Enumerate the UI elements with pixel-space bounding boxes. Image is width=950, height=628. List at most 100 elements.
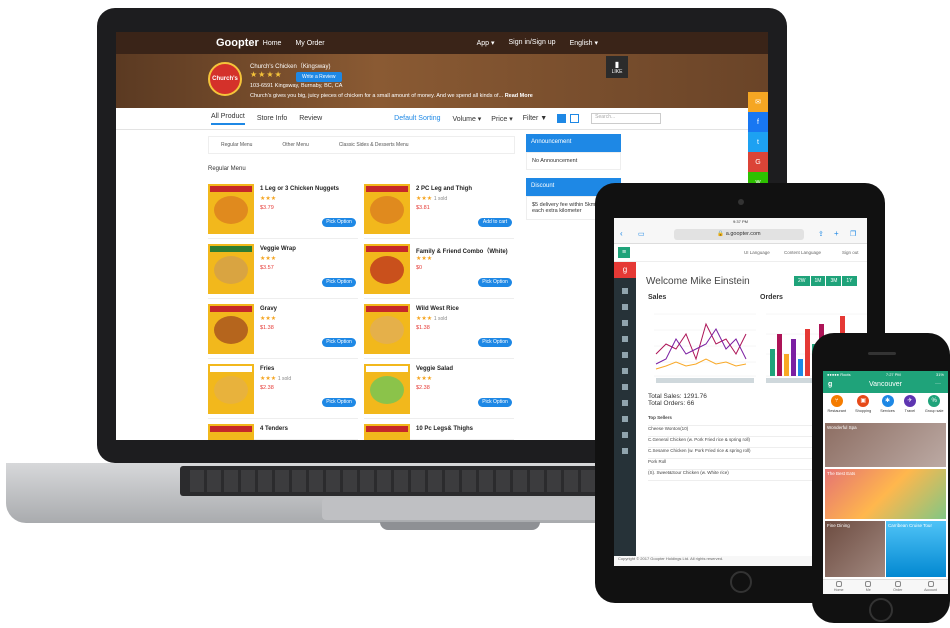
product-name: Wild West Rice (416, 306, 459, 312)
range-3m-button[interactable]: 3M (826, 276, 842, 286)
list-view-icon[interactable] (570, 114, 580, 123)
promo-tile[interactable]: Fine Dining (825, 521, 885, 577)
tab-account[interactable]: Account (924, 580, 937, 594)
product-card[interactable]: 2 PC Leg and Thigh ★★★ 1 sold $3.81 Add … (364, 184, 514, 239)
product-card[interactable]: Veggie Salad ★★★ $2.38 Pick Option (364, 364, 514, 419)
product-card[interactable]: 10 Pc Legs& Thighs (364, 424, 514, 440)
city-title[interactable]: Vancouver (823, 381, 948, 388)
ui-language-link[interactable]: UI Language (744, 250, 770, 255)
pick-option-button[interactable]: Pick Option (478, 338, 512, 347)
phone-home-button[interactable] (869, 598, 893, 622)
list-icon[interactable] (622, 368, 628, 374)
nav-my-order-link[interactable]: My Order (295, 40, 324, 47)
chart-icon[interactable] (622, 288, 628, 294)
nav-sign-in-link[interactable]: Sign in/Sign up (508, 39, 555, 47)
goopter-g-logo[interactable]: g (614, 262, 636, 278)
tab-review[interactable]: Review (299, 115, 322, 122)
facebook-share-icon[interactable]: f (748, 112, 768, 132)
bookmark-icon: ▮ (614, 59, 620, 69)
url-field[interactable]: 🔒 a.goopter.com (674, 229, 804, 240)
book-icon[interactable]: ▭ (638, 230, 645, 238)
price-sort-button[interactable]: Price ▾ (491, 115, 512, 123)
filter-button[interactable]: Filter ▼ (523, 115, 547, 122)
me-icon (865, 581, 872, 587)
back-icon[interactable]: ‹ (620, 229, 623, 238)
menu-icon[interactable] (622, 416, 628, 422)
tag-icon[interactable] (622, 384, 628, 390)
product-card[interactable]: 1 Leg or 3 Chicken Nuggets ★★★ $3.79 Pic… (208, 184, 358, 239)
email-share-icon[interactable]: ✉ (748, 92, 768, 112)
pick-option-button[interactable]: Pick Option (322, 338, 356, 347)
settings-icon[interactable] (622, 400, 628, 406)
tab-order[interactable]: Order (893, 580, 902, 594)
tab-store-info[interactable]: Store Info (257, 115, 287, 122)
tab-me[interactable]: Me (865, 580, 872, 594)
product-card[interactable]: Family & Friend Combo（White) ★★★ $0 Pick… (364, 244, 514, 299)
pick-option-button[interactable]: Pick Option (322, 398, 356, 407)
tabs-icon[interactable]: ❐ (850, 230, 856, 238)
new-tab-icon[interactable]: + (834, 229, 839, 238)
nav-language-menu[interactable]: English ▾ (570, 39, 598, 47)
category-group-sale[interactable]: % Group sale (925, 395, 943, 421)
product-stars: ★★★ (260, 196, 277, 202)
share-icon[interactable]: ⇪ (818, 230, 824, 238)
account-icon[interactable] (622, 448, 628, 454)
write-review-button[interactable]: Write a Review (296, 72, 342, 82)
range-1m-button[interactable]: 1M (810, 276, 826, 286)
product-rating: ★★★ (260, 315, 276, 322)
pick-option-button[interactable]: Pick Option (322, 278, 356, 287)
tab-home[interactable]: Home (834, 580, 843, 594)
nav-app-menu[interactable]: App ▾ (477, 39, 495, 47)
range-1y-button[interactable]: 1Y (842, 276, 857, 286)
promo-tile[interactable]: The Best Eats (825, 469, 946, 519)
category-sides-desserts[interactable]: Classic Sides & Desserts Menu (339, 142, 409, 148)
product-sold-count: 1 sold (433, 316, 448, 322)
tablet-home-button[interactable] (730, 571, 752, 593)
product-card[interactable]: Veggie Wrap ★★★ $3.57 Pick Option (208, 244, 358, 299)
tablet-status-bar: 9:37 PM (614, 218, 867, 226)
google-plus-share-icon[interactable]: G (748, 152, 768, 172)
pick-option-button[interactable]: Pick Option (478, 278, 512, 287)
read-more-link[interactable]: Read More (505, 93, 533, 99)
promo-tile[interactable]: Wonderful Spa (825, 423, 946, 467)
product-image (364, 304, 410, 354)
product-card[interactable]: Fries ★★★ 1 sold $2.38 Pick Option (208, 364, 358, 419)
product-card[interactable]: Gravy ★★★ $1.38 Pick Option (208, 304, 358, 359)
category-restaurant[interactable]: ⑂ Restaurant (828, 395, 846, 421)
goopter-logo[interactable]: Goopter (216, 37, 259, 49)
phone-speaker (868, 352, 896, 355)
more-icon[interactable]: ··· (935, 381, 941, 387)
category-regular-menu[interactable]: Regular Menu (221, 142, 252, 148)
category-services[interactable]: ✱ Services (880, 395, 895, 421)
category-travel[interactable]: ✈ Travel (903, 395, 916, 421)
twitter-share-icon[interactable]: t (748, 132, 768, 152)
product-card[interactable]: Wild West Rice ★★★ 1 sold $1.38 Pick Opt… (364, 304, 514, 359)
category-other-menu[interactable]: Other Menu (282, 142, 308, 148)
add-to-cart-button[interactable]: Add to cart (478, 218, 512, 227)
content-language-link[interactable]: Content Language (784, 250, 821, 255)
sign-out-link[interactable]: Sign out (842, 250, 859, 255)
users-icon[interactable] (622, 352, 628, 358)
pick-option-button[interactable]: Pick Option (322, 218, 356, 227)
nav-home-link[interactable]: Home (263, 40, 282, 47)
promo-tile[interactable]: Carribean Cruise Tour (886, 521, 946, 577)
restaurant-icon: ⑂ (830, 395, 843, 407)
grid-icon[interactable] (622, 304, 628, 310)
like-button[interactable]: ▮ LIKE (606, 56, 628, 78)
tab-all-product[interactable]: All Product (211, 113, 245, 125)
user-icon[interactable] (622, 432, 628, 438)
orders-chart-title: Orders (760, 294, 783, 301)
category-shopping[interactable]: ▣ Shopping (855, 395, 871, 421)
grid-view-icon[interactable] (557, 114, 567, 123)
hamburger-menu-icon[interactable]: ≡ (618, 247, 630, 258)
edit-icon[interactable] (622, 320, 628, 326)
product-card[interactable]: 4 Tenders (208, 424, 358, 440)
product-search-input[interactable]: Search... (591, 113, 662, 124)
store-description: Church's gives you big, juicy pieces of … (250, 93, 580, 99)
volume-sort-button[interactable]: Volume ▾ (452, 115, 481, 123)
default-sorting-button[interactable]: Default Sorting (394, 115, 440, 122)
product-price: $3.57 (260, 265, 274, 271)
clock-icon[interactable] (622, 336, 628, 342)
pick-option-button[interactable]: Pick Option (478, 398, 512, 407)
range-2w-button[interactable]: 2W (794, 276, 810, 286)
